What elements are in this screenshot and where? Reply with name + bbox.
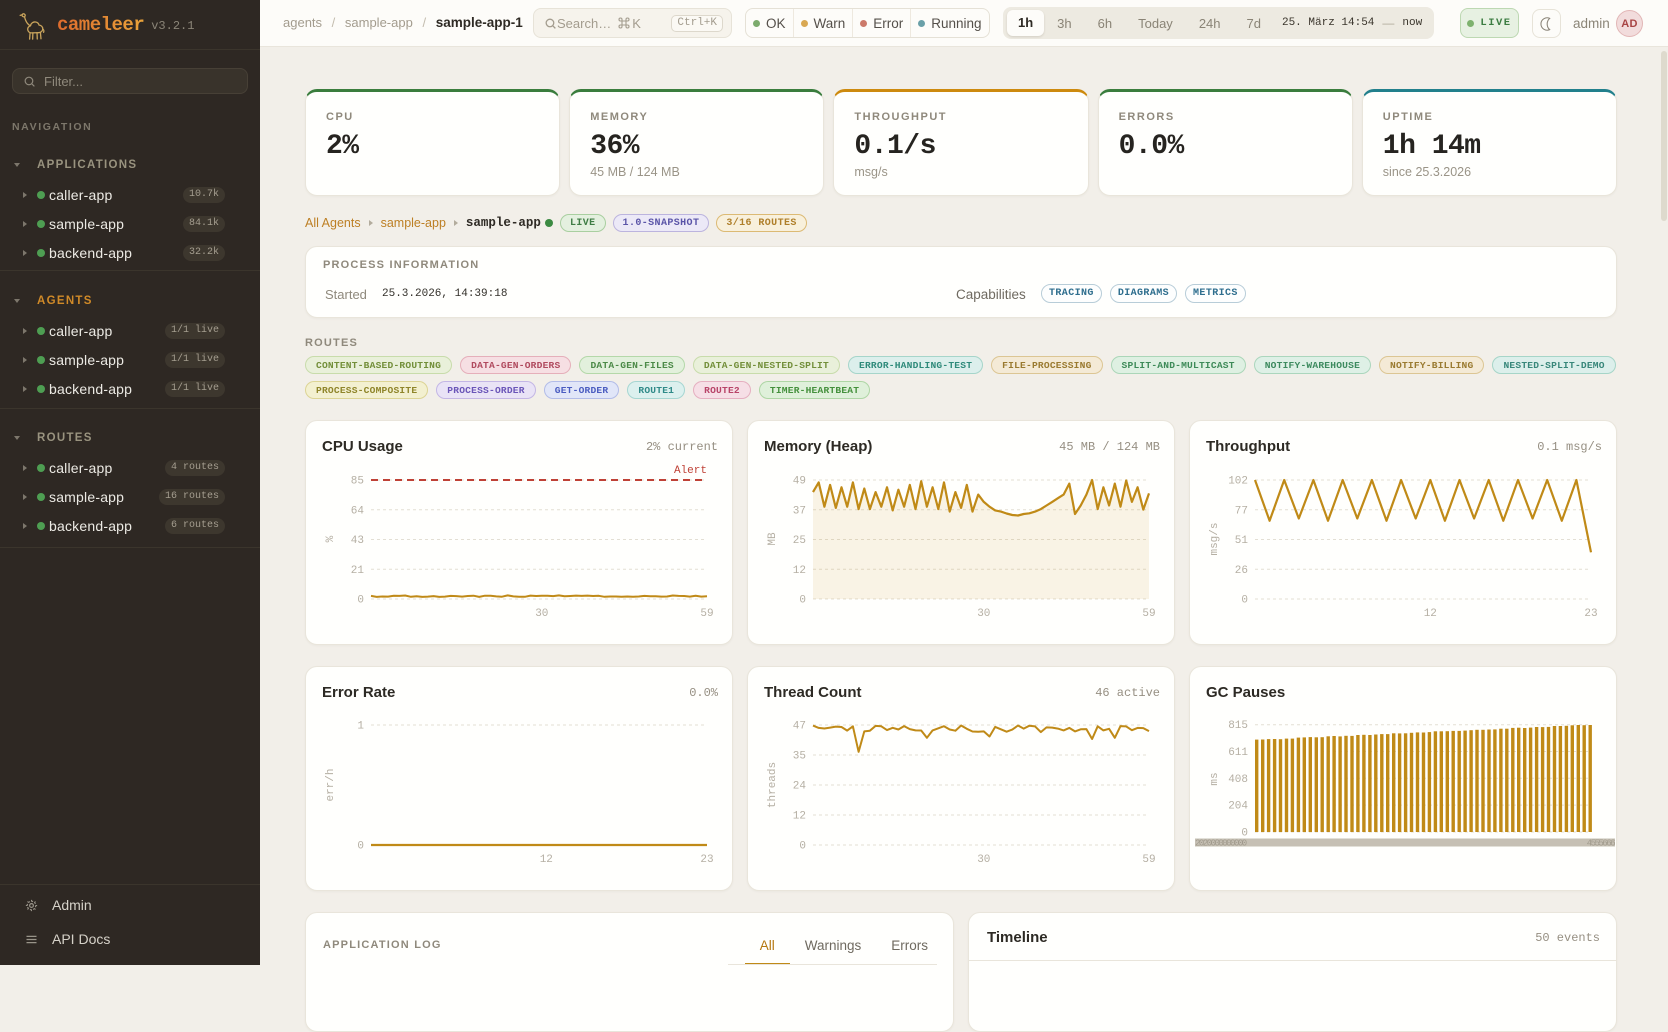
svg-text:0: 0 xyxy=(1241,595,1248,607)
svg-text:25: 25 xyxy=(793,535,806,547)
svg-text:0: 0 xyxy=(357,841,364,853)
svg-text:815: 815 xyxy=(1228,720,1248,732)
svg-text:Throughput: Throughput xyxy=(1206,438,1290,455)
svg-text:12: 12 xyxy=(793,565,806,577)
svg-text:21: 21 xyxy=(351,565,365,577)
svg-text:Alert: Alert xyxy=(674,465,707,477)
svg-text:12: 12 xyxy=(793,811,806,823)
svg-text:2% current: 2% current xyxy=(646,440,718,454)
svg-text:49: 49 xyxy=(793,476,806,488)
svg-text:43: 43 xyxy=(351,535,364,547)
svg-text:59: 59 xyxy=(700,608,713,620)
svg-text:37: 37 xyxy=(793,505,806,517)
svg-text:51: 51 xyxy=(1235,535,1249,547)
svg-text:30: 30 xyxy=(977,608,990,620)
svg-text:msg/s: msg/s xyxy=(1209,522,1221,555)
svg-text:24: 24 xyxy=(793,781,807,793)
svg-text:0.0%: 0.0% xyxy=(689,686,719,700)
svg-text:1: 1 xyxy=(357,721,364,733)
svg-text:%: % xyxy=(325,535,337,542)
svg-text:30: 30 xyxy=(977,854,990,866)
svg-text:2020000000000: 2020000000000 xyxy=(1195,839,1247,849)
svg-text:12: 12 xyxy=(1424,608,1437,620)
svg-text:85: 85 xyxy=(351,476,364,488)
svg-text:204: 204 xyxy=(1228,801,1248,813)
svg-text:64: 64 xyxy=(351,505,365,517)
svg-text:59: 59 xyxy=(1142,854,1155,866)
svg-text:GC Pauses: GC Pauses xyxy=(1206,684,1285,701)
svg-text:ms: ms xyxy=(1209,772,1221,785)
svg-text:Error Rate: Error Rate xyxy=(322,684,395,701)
svg-text:4555666: 4555666 xyxy=(1587,839,1615,849)
svg-text:611: 611 xyxy=(1228,747,1248,759)
svg-text:MB: MB xyxy=(767,532,779,546)
svg-text:CPU Usage: CPU Usage xyxy=(322,438,403,455)
svg-text:0: 0 xyxy=(799,841,806,853)
svg-text:Memory (Heap): Memory (Heap) xyxy=(764,438,872,455)
svg-text:23: 23 xyxy=(700,854,713,866)
svg-text:45 MB / 124 MB: 45 MB / 124 MB xyxy=(1059,440,1160,454)
svg-text:102: 102 xyxy=(1228,476,1248,488)
svg-text:46 active: 46 active xyxy=(1095,686,1160,700)
svg-text:47: 47 xyxy=(793,721,806,733)
svg-text:threads: threads xyxy=(767,762,779,808)
svg-text:0: 0 xyxy=(357,595,364,607)
svg-text:err/h: err/h xyxy=(325,768,337,801)
svg-text:12: 12 xyxy=(540,854,553,866)
svg-text:35: 35 xyxy=(793,751,806,763)
svg-text:26: 26 xyxy=(1235,565,1248,577)
svg-text:77: 77 xyxy=(1235,505,1248,517)
svg-text:Thread Count: Thread Count xyxy=(764,684,862,701)
svg-text:0.1 msg/s: 0.1 msg/s xyxy=(1537,440,1602,454)
svg-text:0: 0 xyxy=(799,595,806,607)
svg-text:408: 408 xyxy=(1228,774,1248,786)
svg-text:59: 59 xyxy=(1142,608,1155,620)
svg-text:23: 23 xyxy=(1584,608,1597,620)
svg-text:30: 30 xyxy=(535,608,548,620)
